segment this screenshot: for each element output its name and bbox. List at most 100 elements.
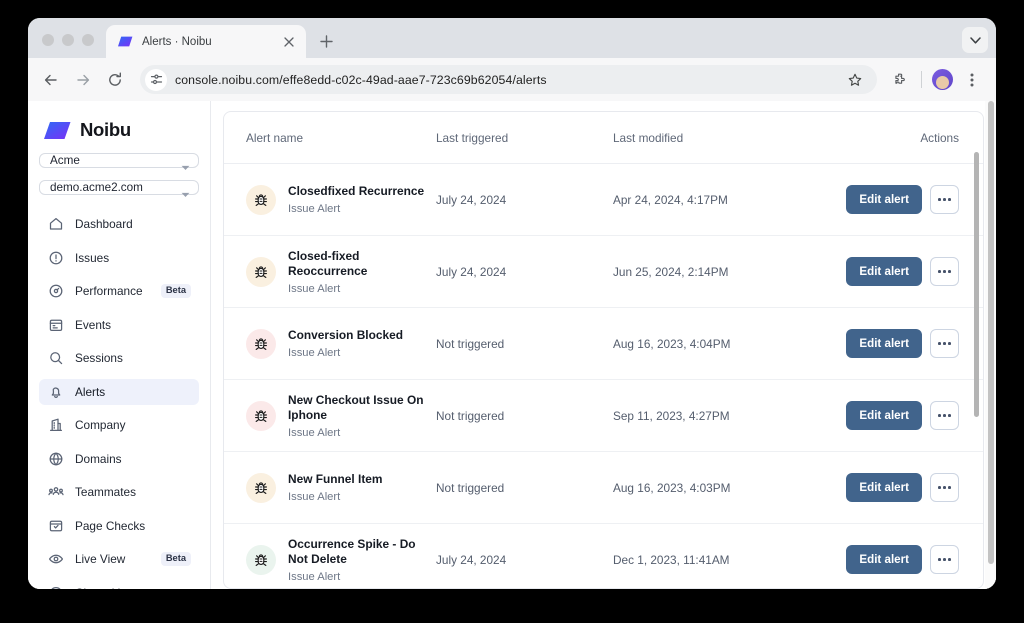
last-triggered-cell: July 24, 2024: [436, 264, 507, 279]
sidebar-item-chat-with-support[interactable]: Chat with support: [39, 580, 199, 589]
domain-select-value: demo.acme2.com: [50, 181, 143, 194]
globe-icon: [48, 451, 64, 467]
site-settings-icon[interactable]: [145, 68, 167, 91]
chevron-down-icon[interactable]: [962, 27, 988, 53]
table-row[interactable]: Closedfixed Recurrence Issue Alert July 24…: [224, 164, 983, 236]
sidebar-item-page-checks[interactable]: Page Checks: [39, 513, 199, 539]
sidebar-item-sessions[interactable]: Sessions: [39, 345, 199, 371]
table-row[interactable]: New Checkout Issue On Iphone Issue Alert N…: [224, 380, 983, 452]
alert-name-cell: Closed-fixed Reoccurrence Issue Alert: [246, 249, 436, 295]
edit-alert-button[interactable]: Edit alert: [846, 401, 922, 430]
sidebar-item-events[interactable]: Events: [39, 312, 199, 338]
gauge-icon: [48, 283, 64, 299]
beta-badge: Beta: [160, 551, 191, 567]
sidebar-item-label: Alerts: [75, 384, 106, 399]
edit-alert-button[interactable]: Edit alert: [846, 185, 922, 214]
address-bar[interactable]: console.noibu.com/effe8edd-c02c-49ad-aae…: [140, 65, 877, 94]
alert-type: Issue Alert: [288, 346, 341, 359]
alert-title: Closed-fixed Reoccurrence: [288, 248, 368, 279]
more-actions-button[interactable]: [930, 473, 959, 502]
chat-bubble-icon: [48, 585, 64, 589]
page-scrollbar[interactable]: [988, 101, 994, 564]
edit-alert-button[interactable]: Edit alert: [846, 473, 922, 502]
actions-cell: Edit alert: [846, 329, 959, 358]
main-content: Alert name Last triggered Last modified …: [211, 101, 996, 589]
sidebar-item-label: Teammates: [75, 485, 136, 499]
table-row[interactable]: Closed-fixed Reoccurrence Issue Alert July…: [224, 236, 983, 308]
back-button[interactable]: [36, 65, 66, 95]
alert-name-cell: Closedfixed Recurrence Issue Alert: [246, 184, 436, 215]
sidebar-item-company[interactable]: Company: [39, 412, 199, 438]
bug-icon: [246, 184, 276, 215]
more-actions-button[interactable]: [930, 545, 959, 574]
domain-select[interactable]: demo.acme2.com: [39, 180, 199, 197]
table-body: Closedfixed Recurrence Issue Alert July 24…: [224, 164, 983, 588]
sidebar-item-alerts[interactable]: Alerts: [39, 378, 199, 405]
puzzle-piece-icon[interactable]: [887, 66, 915, 94]
three-dot-menu-icon[interactable]: [958, 66, 986, 94]
sidebar-item-dashboard[interactable]: Dashboard: [39, 211, 199, 237]
tab-strip-right: [962, 27, 996, 58]
close-tab-icon[interactable]: [280, 33, 297, 50]
account-select[interactable]: Acme: [39, 153, 199, 170]
table-row[interactable]: New Funnel Item Issue Alert Not triggered A…: [224, 452, 983, 524]
maximize-window-button[interactable]: [82, 34, 94, 46]
sidebar-item-label: Dashboard: [75, 217, 133, 231]
tab-strip: Alerts · Noibu: [28, 18, 996, 58]
more-actions-button[interactable]: [930, 257, 959, 286]
more-actions-button[interactable]: [930, 401, 959, 430]
alert-type: Issue Alert: [288, 490, 341, 503]
browser-tab[interactable]: Alerts · Noibu: [106, 25, 306, 58]
search-icon: [48, 350, 64, 366]
avatar[interactable]: [928, 66, 956, 94]
bug-icon: [246, 472, 276, 503]
actions-cell: Edit alert: [846, 401, 959, 430]
edit-alert-button[interactable]: Edit alert: [846, 545, 922, 574]
edit-alert-button[interactable]: Edit alert: [846, 329, 922, 358]
alert-name-cell: New Funnel Item Issue Alert: [246, 472, 436, 503]
table-scrollbar[interactable]: [974, 152, 979, 417]
actions-cell: Edit alert: [846, 257, 959, 286]
table-row[interactable]: Conversion Blocked Issue Alert Not trigger…: [224, 308, 983, 380]
calendar-icon: [48, 317, 64, 333]
last-modified-cell: Aug 16, 2023, 4:04PM: [613, 336, 731, 351]
url-text: console.noibu.com/effe8edd-c02c-49ad-aae…: [175, 72, 547, 87]
more-actions-button[interactable]: [930, 185, 959, 214]
bug-icon: [246, 328, 276, 359]
star-icon[interactable]: [843, 68, 867, 92]
browser-toolbar: console.noibu.com/effe8edd-c02c-49ad-aae…: [28, 58, 996, 101]
alert-title: Closedfixed Recurrence: [288, 184, 425, 199]
last-modified-cell: Sep 11, 2023, 4:27PM: [613, 408, 730, 423]
actions-cell: Edit alert: [846, 185, 959, 214]
sidebar-item-label: Performance: [75, 284, 143, 298]
column-header-last-modified: Last modified: [613, 130, 684, 145]
close-window-button[interactable]: [42, 34, 54, 46]
alert-type: Issue Alert: [288, 202, 341, 215]
last-modified-cell: Jun 25, 2024, 2:14PM: [613, 264, 729, 279]
brand-name: Noibu: [80, 119, 131, 140]
minimize-window-button[interactable]: [62, 34, 74, 46]
table-row[interactable]: Occurrence Spike - Do Not Delete Issue Al…: [224, 524, 983, 588]
sidebar-item-label: Issues: [75, 250, 110, 265]
sidebar-item-live-view[interactable]: Live View Beta: [39, 546, 199, 572]
edit-alert-button[interactable]: Edit alert: [846, 257, 922, 286]
forward-button[interactable]: [68, 65, 98, 95]
eye-icon: [48, 551, 64, 567]
sidebar-item-label: Company: [75, 418, 126, 432]
sidebar-item-domains[interactable]: Domains: [39, 446, 199, 472]
account-select-value: Acme: [50, 154, 80, 167]
sidebar-item-performance[interactable]: Performance Beta: [39, 278, 199, 304]
alerts-card: Alert name Last triggered Last modified …: [223, 111, 984, 589]
sidebar-item-issues[interactable]: Issues: [39, 245, 199, 271]
new-tab-button[interactable]: [312, 27, 340, 55]
more-actions-button[interactable]: [930, 329, 959, 358]
browser-icon: [48, 518, 64, 534]
actions-cell: Edit alert: [846, 545, 959, 574]
reload-button[interactable]: [100, 65, 130, 95]
toolbar-divider: [921, 71, 922, 88]
noibu-parallelogram-logo: [44, 121, 71, 140]
alert-title: Conversion Blocked: [288, 328, 403, 343]
last-triggered-cell: July 24, 2024: [436, 192, 507, 207]
beta-badge: Beta: [160, 283, 191, 299]
sidebar-item-teammates[interactable]: Teammates: [39, 479, 199, 505]
